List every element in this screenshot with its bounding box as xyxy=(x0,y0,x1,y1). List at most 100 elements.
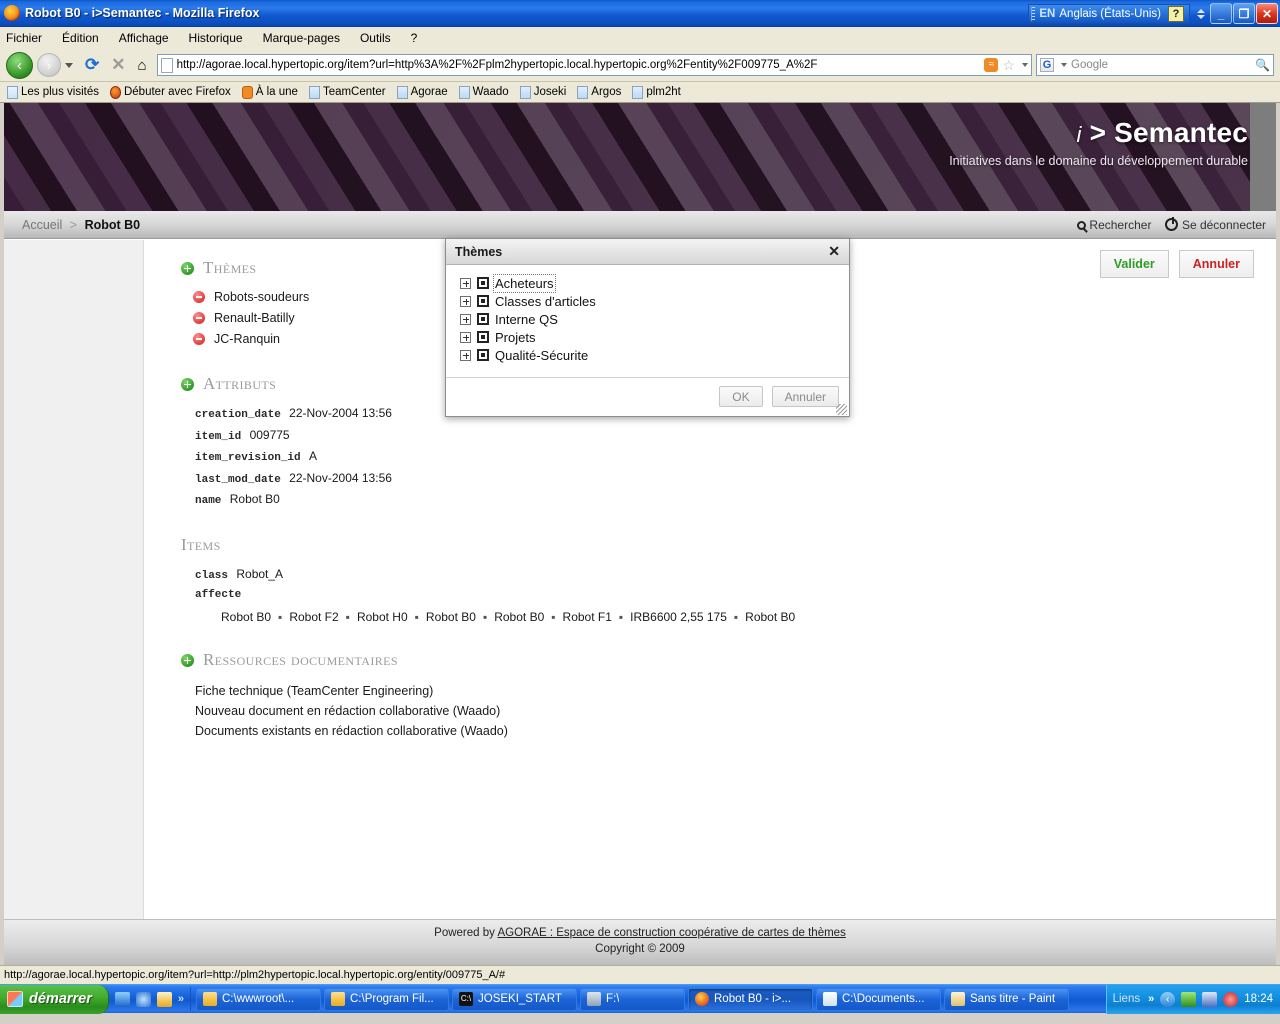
close-icon[interactable]: ✕ xyxy=(828,243,840,260)
task-button-joseki-start[interactable]: C:\ JOSEKI_START xyxy=(452,987,577,1011)
notepad-icon[interactable] xyxy=(156,991,172,1007)
language-bar[interactable]: EN Anglais (États-Unis) ? xyxy=(1028,3,1190,24)
tray-links-label[interactable]: Liens xyxy=(1113,993,1141,1005)
language-bar-grip[interactable] xyxy=(1031,6,1036,21)
node-icon[interactable] xyxy=(477,277,489,289)
search-link[interactable]: Rechercher xyxy=(1076,218,1151,232)
remove-icon[interactable] xyxy=(193,312,205,324)
menu-item-historique[interactable]: Historique xyxy=(189,31,243,45)
start-button[interactable]: démarrer xyxy=(0,984,109,1014)
menu-item-fichier[interactable]: Fichier xyxy=(6,31,42,45)
menu-item-affichage[interactable]: Affichage xyxy=(119,31,169,45)
expand-icon[interactable] xyxy=(460,313,471,325)
internet-explorer-icon[interactable] xyxy=(135,991,151,1007)
affecte-value[interactable]: Robot B0 xyxy=(426,610,476,624)
close-button[interactable]: ✕ xyxy=(1256,3,1278,24)
address-dropdown-icon[interactable] xyxy=(1022,63,1028,67)
menu-item-outils[interactable]: Outils xyxy=(360,31,391,45)
add-icon[interactable] xyxy=(181,653,194,667)
bookmark-teamcenter[interactable]: TeamCenter xyxy=(308,85,386,99)
remove-icon[interactable] xyxy=(193,291,205,303)
quick-launch-chevron-icon[interactable]: » xyxy=(178,993,184,1005)
language-bar-spinner[interactable] xyxy=(1197,8,1205,19)
bookmark-joseki[interactable]: Joseki xyxy=(519,85,566,99)
home-button[interactable]: ⌂ xyxy=(138,57,147,74)
task-button-paint[interactable]: Sans titre - Paint xyxy=(944,987,1069,1011)
list-item[interactable]: Fiche technique (TeamCenter Engineering) xyxy=(195,684,1252,698)
bookmark-agorae[interactable]: Agorae xyxy=(396,85,448,99)
search-bar[interactable]: G Google 🔍 xyxy=(1036,54,1274,76)
attribute-key: name xyxy=(195,495,222,507)
logout-link[interactable]: Se déconnecter xyxy=(1165,216,1266,232)
task-button-program-files[interactable]: C:\Program Fil... xyxy=(324,987,449,1011)
list-item[interactable]: Nouveau document en rédaction collaborat… xyxy=(195,704,1252,718)
node-icon[interactable] xyxy=(477,295,489,307)
clock[interactable]: 18:24 xyxy=(1244,993,1273,1005)
menu-item-edition[interactable]: Édition xyxy=(62,31,99,45)
back-button[interactable]: ‹ xyxy=(6,51,33,79)
menu-item-aide[interactable]: ? xyxy=(411,31,418,45)
bookmark-waado[interactable]: Waado xyxy=(458,85,509,99)
remove-icon[interactable] xyxy=(193,333,205,345)
network-icon[interactable] xyxy=(1181,991,1197,1007)
affecte-value[interactable]: Robot B0 xyxy=(494,610,544,624)
affecte-value[interactable]: Robot H0 xyxy=(357,610,408,624)
antivirus-icon[interactable] xyxy=(1223,991,1239,1007)
address-bar[interactable]: http://agorae.local.hypertopic.org/item?… xyxy=(156,54,1032,76)
agorae-link[interactable]: AGORAE : Espace de construction coopérat… xyxy=(497,927,845,939)
tree-item-acheteurs[interactable]: Acheteurs xyxy=(460,273,839,293)
node-icon[interactable] xyxy=(477,331,489,343)
forward-button[interactable]: › xyxy=(37,53,61,77)
tree-item-interne-qs[interactable]: Interne QS xyxy=(460,310,839,328)
stop-button[interactable]: ✕ xyxy=(111,55,125,75)
affecte-value[interactable]: Robot F1 xyxy=(563,610,612,624)
tray-chevron-icon[interactable]: » xyxy=(1148,993,1154,1005)
google-icon[interactable]: G xyxy=(1040,58,1054,72)
task-button-f-drive[interactable]: F:\ xyxy=(580,987,685,1011)
affecte-value[interactable]: Robot B0 xyxy=(745,610,795,624)
bookmark-les-plus-visites[interactable]: Les plus visités xyxy=(7,85,99,99)
chevron-down-icon[interactable] xyxy=(65,62,73,68)
task-button-documents[interactable]: C:\Documents... xyxy=(816,987,941,1011)
expand-icon[interactable] xyxy=(460,277,471,289)
bookmark-star-icon[interactable]: ☆ xyxy=(1002,57,1015,74)
add-icon[interactable] xyxy=(181,261,194,275)
validate-button[interactable]: Valider xyxy=(1099,250,1169,278)
dialog-cancel-button[interactable]: Annuler xyxy=(771,386,839,407)
search-icon[interactable]: 🔍 xyxy=(1255,58,1270,72)
menu-item-marque-pages[interactable]: Marque-pages xyxy=(263,31,340,45)
bookmark-a-la-une[interactable]: À la une xyxy=(241,85,298,99)
expand-icon[interactable] xyxy=(460,331,471,343)
search-engine-dropdown-icon[interactable] xyxy=(1061,63,1067,67)
add-icon[interactable] xyxy=(181,377,194,391)
minimize-button[interactable]: _ xyxy=(1210,3,1232,24)
node-icon[interactable] xyxy=(477,349,489,361)
cancel-button[interactable]: Annuler xyxy=(1178,250,1254,278)
bookmark-argos[interactable]: Argos xyxy=(577,85,621,99)
rss-icon[interactable]: ≈ xyxy=(984,58,999,72)
outlook-icon[interactable] xyxy=(114,991,130,1007)
search-input[interactable]: Google xyxy=(1071,59,1251,71)
tree-item-classes-d-articles[interactable]: Classes d'articles xyxy=(460,292,839,310)
affecte-value[interactable]: Robot F2 xyxy=(289,610,338,624)
affecte-value[interactable]: Robot B0 xyxy=(221,610,271,624)
expand-icon[interactable] xyxy=(460,295,471,307)
breadcrumb-home[interactable]: Accueil xyxy=(22,218,62,232)
node-icon[interactable] xyxy=(477,313,489,325)
tree-item-qualite-securite[interactable]: Qualité-Sécurite xyxy=(460,346,839,364)
reload-button[interactable]: ⟳ xyxy=(85,55,99,75)
bookmark-debuter-avec-firefox[interactable]: Débuter avec Firefox xyxy=(109,85,231,99)
bookmark-plm2ht[interactable]: plm2ht xyxy=(632,85,681,99)
task-button-firefox[interactable]: Robot B0 - i>... xyxy=(688,987,813,1011)
tray-expand-icon[interactable]: ‹ xyxy=(1160,991,1176,1007)
restore-button[interactable]: ❐ xyxy=(1233,3,1255,24)
task-button-wwwroot[interactable]: C:\wwwroot\... xyxy=(196,987,321,1011)
list-item[interactable]: Documents existants en rédaction collabo… xyxy=(195,724,1252,738)
volume-icon[interactable] xyxy=(1202,991,1218,1007)
help-icon[interactable]: ? xyxy=(1168,5,1184,22)
affecte-value[interactable]: IRB6600 2,55 175 xyxy=(630,610,727,624)
expand-icon[interactable] xyxy=(460,349,471,361)
resize-handle-icon[interactable] xyxy=(836,404,847,415)
tree-item-projets[interactable]: Projets xyxy=(460,328,839,346)
dialog-ok-button[interactable]: OK xyxy=(719,386,763,407)
